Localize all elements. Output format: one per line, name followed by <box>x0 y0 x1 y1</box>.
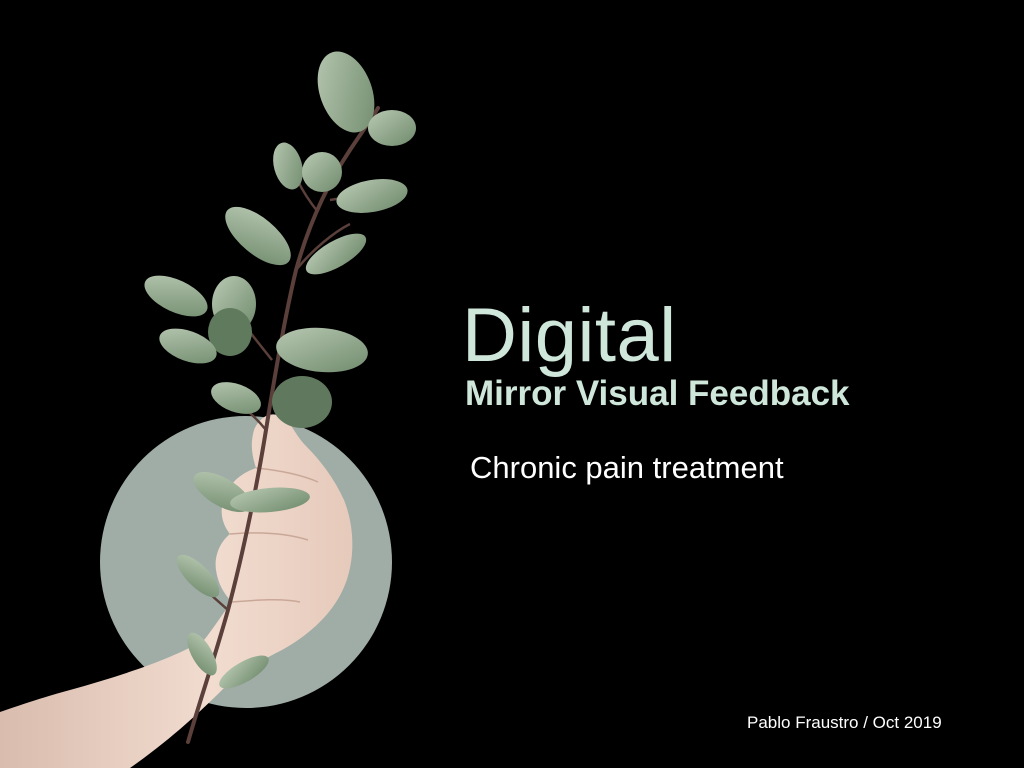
title-slide: Digital Mirror Visual Feedback Chronic p… <box>0 0 1024 768</box>
slide-subtitle: Mirror Visual Feedback <box>465 374 850 413</box>
author-date-line: Pablo Fraustro / Oct 2019 <box>747 713 942 732</box>
slide-title: Digital <box>462 293 677 378</box>
slide-tagline: Chronic pain treatment <box>470 450 784 485</box>
